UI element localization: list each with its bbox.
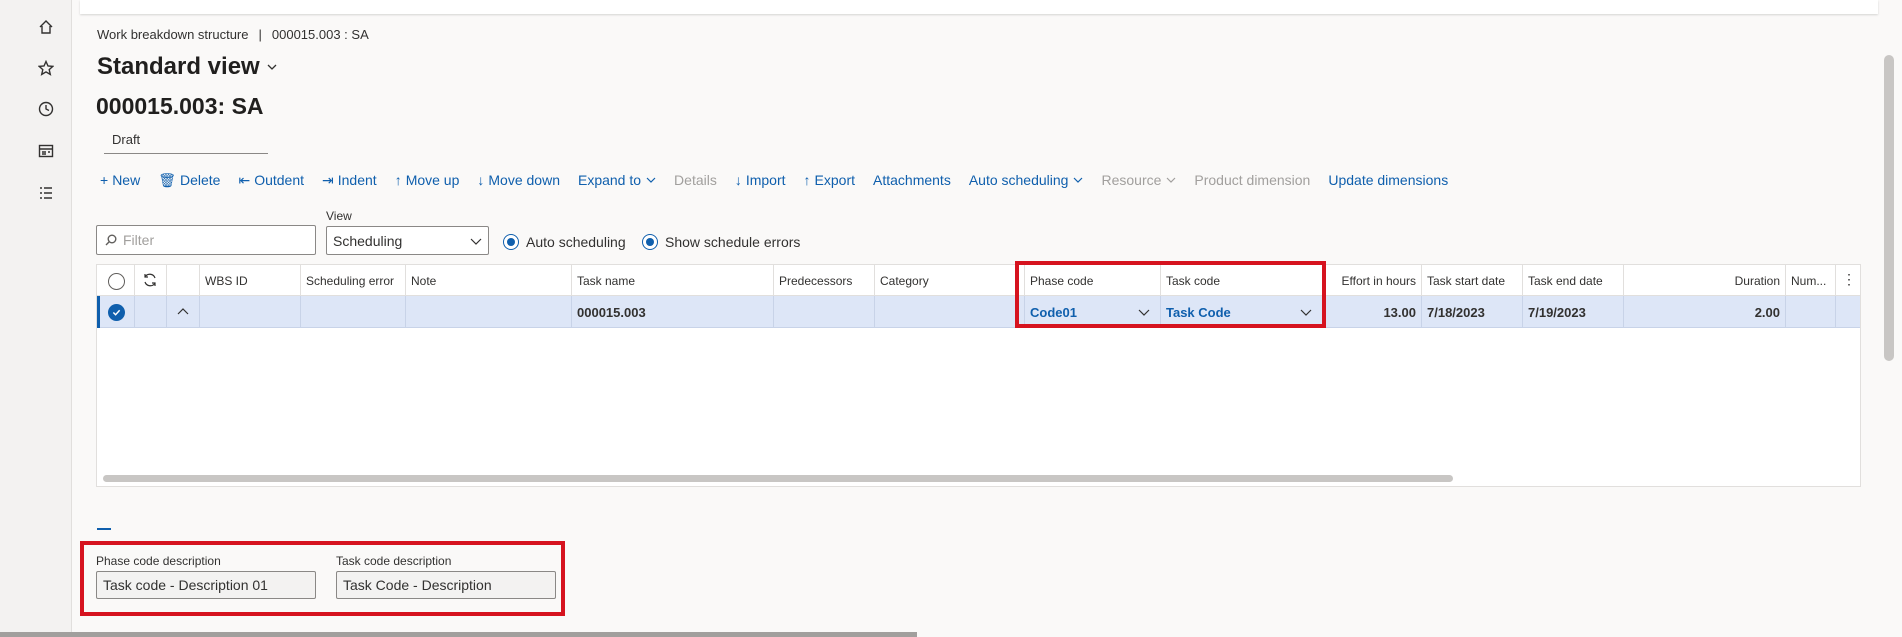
header-num[interactable]: Num... bbox=[1786, 265, 1836, 296]
outdent-icon: ⇤ bbox=[238, 171, 251, 188]
select-all-checkbox[interactable] bbox=[108, 273, 125, 290]
home-icon[interactable] bbox=[34, 15, 58, 39]
grid-toolbar: + New 🗑 Delete ⇤ Outdent ⇥ Indent ↑ Move up ↓… bbox=[100, 170, 1466, 190]
trash-icon: 🗑 bbox=[158, 171, 176, 188]
arrow-up-icon: ↑ bbox=[394, 172, 402, 188]
header-note[interactable]: Note bbox=[406, 265, 572, 296]
refresh-icon[interactable] bbox=[142, 272, 158, 288]
plus-icon: + bbox=[100, 172, 109, 188]
update-dimensions-button[interactable]: Update dimensions bbox=[1328, 172, 1448, 188]
import-button[interactable]: ↓ Import bbox=[735, 172, 786, 188]
cell-num[interactable] bbox=[1786, 296, 1836, 328]
export-button[interactable]: ↑ Export bbox=[804, 172, 855, 188]
cell-task-end-date[interactable]: 7/19/2023 bbox=[1523, 296, 1624, 328]
expand-column bbox=[167, 265, 200, 296]
move-up-button[interactable]: ↑ Move up bbox=[395, 172, 460, 188]
app-rail bbox=[0, 0, 20, 637]
search-icon bbox=[105, 234, 117, 246]
action-pane bbox=[80, 0, 1878, 14]
view-label: View bbox=[326, 209, 352, 223]
resource-button[interactable]: Resource bbox=[1101, 172, 1176, 188]
record-title: 000015.003: SA bbox=[96, 93, 264, 119]
expand-to-button[interactable]: Expand to bbox=[578, 172, 656, 188]
chevron-up-icon[interactable] bbox=[177, 306, 189, 318]
vertical-scrollbar[interactable] bbox=[1884, 55, 1894, 361]
header-duration[interactable]: Duration bbox=[1624, 265, 1786, 296]
table-row[interactable]: 000015.003 Code01 Task Code 13.00 7/18/2… bbox=[97, 296, 1860, 328]
refresh-column[interactable] bbox=[135, 265, 167, 296]
header-effort-in-hours[interactable]: Effort in hours bbox=[1323, 265, 1422, 296]
page-horizontal-scrollbar[interactable] bbox=[0, 632, 917, 637]
more-options-icon[interactable]: ⋮ bbox=[1836, 265, 1862, 296]
breadcrumb-section[interactable]: Work breakdown structure bbox=[97, 27, 249, 42]
cell-scheduling-error bbox=[301, 296, 406, 328]
view-select-value: Scheduling bbox=[333, 232, 403, 249]
cell-note[interactable] bbox=[406, 296, 572, 328]
tasks-grid: WBS ID Scheduling error Note Task name P… bbox=[96, 264, 1861, 487]
chevron-down-icon bbox=[646, 177, 656, 183]
chevron-down-icon bbox=[1074, 177, 1083, 183]
details-button[interactable]: Details bbox=[674, 172, 717, 188]
view-selector[interactable]: Standard view bbox=[97, 53, 278, 81]
attachments-button[interactable]: Attachments bbox=[873, 172, 951, 188]
outdent-button[interactable]: ⇤ Outdent bbox=[238, 172, 304, 189]
chevron-down-icon bbox=[470, 238, 482, 245]
row-refresh-cell bbox=[135, 296, 167, 328]
list-icon[interactable] bbox=[34, 181, 58, 205]
clock-icon[interactable] bbox=[34, 97, 58, 121]
export-icon: ↑ bbox=[803, 172, 811, 188]
grid-header: WBS ID Scheduling error Note Task name P… bbox=[97, 265, 1860, 296]
status-field: Draft bbox=[104, 130, 268, 154]
header-task-name[interactable]: Task name bbox=[572, 265, 774, 296]
header-wbs-id[interactable]: WBS ID bbox=[200, 265, 301, 296]
arrow-down-icon: ↓ bbox=[477, 172, 485, 188]
new-button[interactable]: + New bbox=[100, 172, 140, 188]
show-schedule-errors-label: Show schedule errors bbox=[665, 234, 801, 250]
product-dimension-button[interactable]: Product dimension bbox=[1194, 172, 1310, 188]
view-name: Standard view bbox=[97, 53, 260, 80]
filter-input[interactable]: Filter bbox=[96, 225, 316, 255]
view-select[interactable]: Scheduling bbox=[326, 226, 489, 255]
auto-scheduling-option[interactable]: Auto scheduling bbox=[503, 234, 626, 250]
select-all-column[interactable] bbox=[97, 265, 135, 296]
header-task-start-date[interactable]: Task start date bbox=[1422, 265, 1523, 296]
cell-task-start-date[interactable]: 7/18/2023 bbox=[1422, 296, 1523, 328]
highlight-description-fields bbox=[80, 541, 565, 616]
chevron-down-icon bbox=[267, 64, 277, 70]
section-collapse-marker[interactable] bbox=[97, 528, 111, 530]
cell-predecessors[interactable] bbox=[774, 296, 875, 328]
radio-selected bbox=[503, 234, 519, 250]
chevron-down-icon bbox=[1166, 177, 1176, 183]
cell-wbs-id[interactable] bbox=[200, 296, 301, 328]
show-schedule-errors-option[interactable]: Show schedule errors bbox=[642, 234, 800, 250]
header-scheduling-error[interactable]: Scheduling error bbox=[301, 265, 406, 296]
checkmark-icon[interactable] bbox=[108, 304, 125, 321]
cell-effort-in-hours[interactable]: 13.00 bbox=[1323, 296, 1422, 328]
move-down-button[interactable]: ↓ Move down bbox=[477, 172, 560, 188]
cell-duration[interactable]: 2.00 bbox=[1624, 296, 1786, 328]
auto-scheduling-label: Auto scheduling bbox=[526, 234, 626, 250]
navigation-pane bbox=[20, 0, 72, 637]
header-task-end-date[interactable]: Task end date bbox=[1523, 265, 1624, 296]
horizontal-scrollbar[interactable] bbox=[103, 475, 1453, 482]
indent-button[interactable]: ⇥ Indent bbox=[322, 172, 377, 189]
indent-icon: ⇥ bbox=[322, 171, 334, 188]
auto-scheduling-button[interactable]: Auto scheduling bbox=[969, 172, 1084, 188]
header-predecessors[interactable]: Predecessors bbox=[774, 265, 875, 296]
row-collapse[interactable] bbox=[167, 296, 200, 328]
radio-selected bbox=[642, 234, 658, 250]
cell-task-name[interactable]: 000015.003 bbox=[572, 296, 774, 328]
filter-placeholder: Filter bbox=[123, 232, 155, 248]
delete-button[interactable]: 🗑 Delete bbox=[158, 172, 220, 189]
breadcrumb-separator: | bbox=[258, 27, 262, 42]
star-icon[interactable] bbox=[34, 56, 58, 80]
row-select[interactable] bbox=[97, 296, 135, 328]
breadcrumb-record: 000015.003 : SA bbox=[271, 27, 369, 42]
header-category[interactable]: Category bbox=[875, 265, 1025, 296]
highlight-grid-codes bbox=[1015, 261, 1326, 328]
import-icon: ↓ bbox=[734, 172, 742, 188]
breadcrumb: Work breakdown structure | 000015.003 : SA bbox=[97, 27, 369, 42]
workspace-icon[interactable] bbox=[34, 139, 58, 163]
cell-category[interactable] bbox=[875, 296, 1025, 328]
